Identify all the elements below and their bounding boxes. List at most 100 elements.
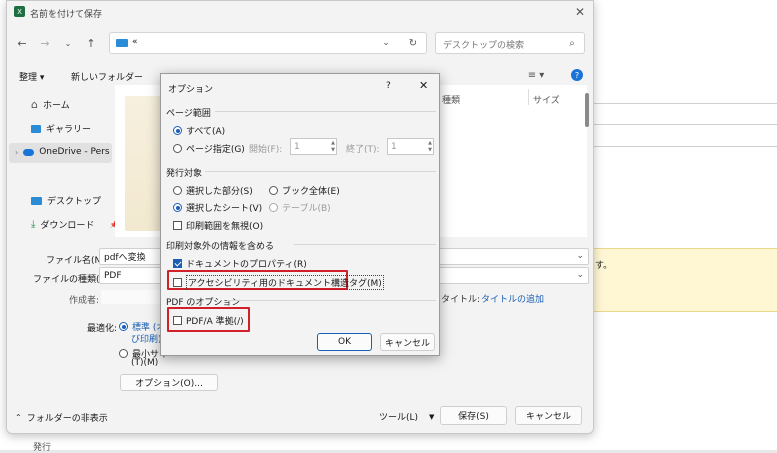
options-cancel-button-label: キャンセル bbox=[384, 338, 430, 349]
nav-item-onedrive[interactable]: › OneDrive - Pers bbox=[15, 147, 110, 157]
search-icon[interactable]: ⌕ bbox=[566, 37, 578, 49]
checkbox[interactable] bbox=[173, 278, 182, 287]
view-options-icon[interactable]: ≡ ▾ bbox=[525, 68, 547, 82]
chevron-right-icon[interactable]: › bbox=[15, 148, 18, 157]
file-thumbnails bbox=[125, 96, 161, 231]
close-icon[interactable]: ✕ bbox=[419, 79, 428, 92]
checkbox[interactable] bbox=[173, 316, 182, 325]
nav-item-label: ホーム bbox=[42, 101, 70, 111]
author-label: 作成者: bbox=[69, 296, 100, 306]
radio-button[interactable] bbox=[269, 186, 278, 195]
radio-button[interactable] bbox=[173, 186, 182, 195]
optimize-standard-label-2: び印刷) bbox=[131, 335, 162, 345]
nav-item-gallery[interactable]: ギャラリー bbox=[31, 122, 91, 135]
radio-button[interactable] bbox=[119, 349, 128, 358]
nav-item-downloads[interactable]: ⤓ ダウンロード 📌 bbox=[31, 218, 118, 231]
nav-item-desktop[interactable]: デスクトップ 📌 bbox=[31, 194, 125, 207]
close-icon[interactable]: ✕ bbox=[572, 4, 588, 20]
excel-app-icon: X bbox=[14, 6, 25, 17]
background-divider bbox=[593, 124, 777, 125]
organize-button[interactable]: 整理 ▾ bbox=[19, 70, 44, 83]
search-input[interactable]: デスクトップの検索 ⌕ bbox=[435, 32, 585, 54]
tools-menu[interactable]: ツール(L) ▼ bbox=[379, 410, 435, 424]
home-icon: ⌂ bbox=[31, 98, 38, 111]
radio-button[interactable] bbox=[173, 144, 182, 153]
options-button[interactable]: オプション(O)... bbox=[120, 374, 218, 391]
accessibility-tags-label: アクセシビリティ用のドキュメント構造タグ(M) bbox=[186, 275, 384, 290]
publish-header: 発行対象 bbox=[166, 169, 203, 179]
address-path: « bbox=[132, 37, 138, 47]
checkbox[interactable] bbox=[173, 259, 182, 268]
address-bar[interactable]: « ⌄ ↻ bbox=[109, 32, 427, 54]
banner-text: す。 bbox=[595, 261, 613, 271]
new-folder-button[interactable]: 新しいフォルダー bbox=[71, 70, 143, 83]
help-button[interactable]: ? bbox=[386, 81, 391, 91]
column-header-size[interactable]: サイズ bbox=[533, 93, 560, 106]
chevron-down-icon[interactable]: ⌄ bbox=[576, 251, 584, 261]
publish-sheet-radio[interactable]: 選択したシート(V) bbox=[173, 201, 262, 214]
column-divider bbox=[528, 89, 529, 105]
document-properties-checkbox[interactable]: ドキュメントのプロパティ(R) bbox=[173, 257, 307, 270]
publish-selection-radio[interactable]: 選択した部分(S) bbox=[173, 184, 253, 197]
radio-button[interactable] bbox=[119, 322, 128, 331]
publish-workbook-radio[interactable]: ブック全体(E) bbox=[269, 184, 340, 197]
nav-item-home[interactable]: ⌂ ホーム bbox=[31, 98, 70, 111]
section-divider bbox=[294, 244, 436, 245]
publish-workbook-label: ブック全体(E) bbox=[282, 187, 340, 197]
publish-table-radio[interactable]: テーブル(B) bbox=[269, 201, 331, 214]
checkbox[interactable] bbox=[173, 221, 182, 230]
section-divider bbox=[205, 171, 436, 172]
pdfa-compliant-checkbox[interactable]: PDF/A 準拠(/) bbox=[173, 314, 244, 327]
column-header-type[interactable]: 種類 bbox=[442, 93, 460, 106]
author-input[interactable] bbox=[101, 290, 161, 304]
hide-folders-toggle[interactable]: ⌃ フォルダーの非表示 bbox=[15, 411, 108, 424]
publish-sheet-label: 選択したシート(V) bbox=[186, 204, 263, 214]
refresh-icon[interactable]: ↻ bbox=[406, 36, 420, 50]
download-icon: ⤓ bbox=[31, 219, 36, 230]
radio-button[interactable] bbox=[173, 126, 182, 135]
from-page-stepper[interactable]: 1 ▲ ▼ bbox=[290, 138, 337, 155]
background-divider bbox=[593, 103, 777, 104]
scrollbar-thumb[interactable] bbox=[585, 93, 589, 127]
stepper-arrows-icon[interactable]: ▲ ▼ bbox=[428, 140, 432, 154]
nav-item-label: ギャラリー bbox=[46, 125, 92, 135]
filetype-value: PDF bbox=[104, 270, 122, 281]
forward-arrow-icon[interactable]: → bbox=[38, 36, 52, 50]
to-label: 終了(T): bbox=[346, 145, 380, 155]
chevron-down-icon[interactable]: ⌄ bbox=[62, 36, 74, 50]
ok-button-label: OK bbox=[338, 337, 351, 347]
save-button-label: 保存(S) bbox=[458, 412, 489, 422]
options-cancel-button[interactable]: キャンセル bbox=[380, 333, 435, 351]
page-range-all-radio[interactable]: すべて(A) bbox=[173, 124, 225, 137]
dialog-title: 名前を付けて保存 bbox=[30, 10, 103, 20]
accessibility-tags-checkbox[interactable]: アクセシビリティ用のドキュメント構造タグ(M) bbox=[173, 275, 384, 290]
page-range-all-label: すべて(A) bbox=[186, 127, 226, 137]
radio-button[interactable] bbox=[269, 203, 278, 212]
chevron-down-icon[interactable]: ⌄ bbox=[576, 270, 584, 280]
back-arrow-icon[interactable]: ← bbox=[15, 36, 29, 50]
ok-button[interactable]: OK bbox=[317, 333, 372, 351]
page-range-header: ページ範囲 bbox=[166, 109, 211, 119]
to-page-stepper[interactable]: 1 ▲ ▼ bbox=[387, 138, 434, 155]
options-dialog-title: オプション bbox=[168, 85, 214, 95]
stepper-arrows-icon[interactable]: ▲ ▼ bbox=[331, 140, 335, 154]
optimize-minimum-label-2: (T)(M) bbox=[131, 358, 159, 368]
ignore-print-area-checkbox[interactable]: 印刷範囲を無視(O) bbox=[173, 219, 263, 232]
pc-icon bbox=[116, 39, 128, 47]
non-print-header: 印刷対象外の情報を含める bbox=[166, 242, 275, 252]
save-button[interactable]: 保存(S) bbox=[440, 406, 507, 425]
section-divider bbox=[215, 111, 436, 112]
caret-down-icon: ▼ bbox=[429, 412, 435, 421]
chevron-down-icon[interactable]: ⌄ bbox=[380, 36, 392, 50]
page-range-pages-radio[interactable]: ページ指定(G) bbox=[173, 142, 245, 155]
filename-value: pdfへ変換 bbox=[104, 253, 146, 263]
radio-button[interactable] bbox=[173, 203, 182, 212]
cancel-button[interactable]: キャンセル bbox=[515, 406, 582, 425]
from-label: 開始(F): bbox=[249, 145, 283, 155]
help-icon[interactable]: ? bbox=[571, 69, 583, 81]
background-text: 発行 bbox=[33, 443, 52, 453]
title-input[interactable]: タイトルの追加 bbox=[481, 292, 544, 305]
hide-folders-label: フォルダーの非表示 bbox=[26, 414, 108, 424]
section-divider bbox=[227, 300, 436, 301]
up-arrow-icon[interactable]: ↑ bbox=[84, 36, 98, 50]
